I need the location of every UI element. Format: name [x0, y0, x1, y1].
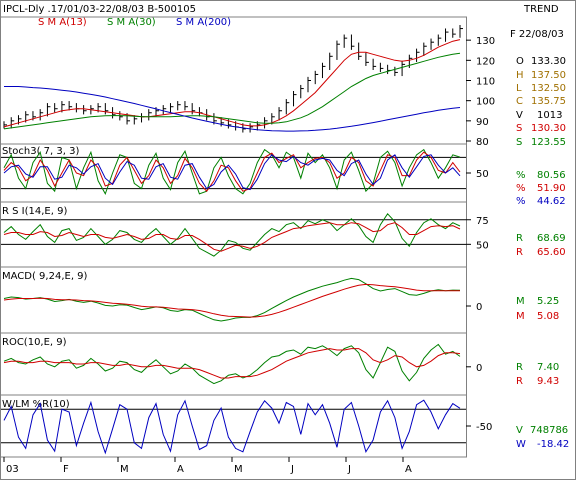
readout-low-key: L: [516, 83, 522, 94]
readout-rsi-avg-value: 65.60: [537, 247, 566, 258]
readout-wlm-v-key: V: [516, 425, 523, 436]
readout-rsi-value: 68.69: [537, 233, 566, 244]
readout-roc-avg-value: 9.43: [537, 376, 559, 387]
price-ytick-label-3: 110: [476, 77, 495, 88]
rsi-ytick-label-0: 75: [476, 216, 489, 227]
trend-label: TREND: [523, 4, 559, 15]
x-axis-label-2: M: [120, 464, 129, 475]
stoch-ytick-label-0: 50: [476, 169, 489, 180]
readout-volume-key: V: [516, 110, 523, 121]
readout-wlm-w-key: W: [516, 439, 526, 450]
price-ytick-label-1: 90: [476, 117, 489, 128]
sma200-label: S M A(200): [176, 17, 231, 28]
readout-stoch-s-key: %: [516, 196, 526, 207]
readout-stoch-k-value: 80.56: [537, 170, 566, 181]
sma30-label: S M A(30): [107, 17, 156, 28]
readout-close-value: 135.75: [531, 96, 566, 107]
roc-ytick-label-0: 0: [476, 363, 482, 374]
x-axis-label-7: A: [405, 464, 412, 475]
readout-rsi-avg-key: R: [516, 247, 523, 258]
price-ytick-label-0: 80: [476, 137, 489, 148]
x-axis-label-4: M: [234, 464, 243, 475]
readout-sma13-value: 130.30: [531, 123, 566, 134]
roc-title: ROC(10,E, 9): [2, 337, 67, 348]
readout-date: F 22/08/03: [510, 29, 564, 40]
chart-title: IPCL-Dly .17/01/03-22/08/03 B-500105: [3, 4, 196, 15]
readout-high-key: H: [516, 70, 524, 81]
x-axis-label-0: 03: [6, 464, 19, 475]
x-axis-label-5: J: [290, 464, 294, 475]
rsi-title: R S I(14,E, 9): [2, 206, 67, 217]
x-axis-label-6: J: [347, 464, 351, 475]
technical-chart: IPCL-Dly .17/01/03-22/08/03 B-500105 TRE…: [0, 0, 576, 480]
readout-volume-value: 1013: [537, 110, 562, 121]
readout-low-value: 132.50: [531, 83, 566, 94]
rsi-ytick-label-1: 50: [476, 240, 489, 251]
price-ytick-label-5: 130: [476, 36, 495, 47]
price-ytick-label-2: 100: [476, 97, 495, 108]
readout-stoch-d-key: %: [516, 183, 526, 194]
readout-stoch-k-key: %: [516, 170, 526, 181]
readout-macd-signal-value: 5.08: [537, 311, 559, 322]
readout-macd-value: 5.25: [537, 296, 559, 307]
readout-macd-signal-key: M: [516, 311, 525, 322]
macd-title: MACD( 9,24,E, 9): [2, 271, 88, 282]
readout-wlm-w-value: -18.42: [537, 439, 569, 450]
x-axis-label-3: A: [177, 464, 184, 475]
readout-high-value: 137.50: [531, 70, 566, 81]
readout-close-key: C: [516, 96, 523, 107]
readout-stoch-d-value: 51.90: [537, 183, 566, 194]
readout-roc-value: 7.40: [537, 362, 559, 373]
readout-wlm-v-value: 748786: [530, 425, 568, 436]
readout-sma13-key: S: [516, 123, 522, 134]
readout-sma30-key: S: [516, 137, 522, 148]
readout-stoch-s-value: 44.62: [537, 196, 566, 207]
readout-sma30-value: 123.55: [531, 137, 566, 148]
readout-roc-key: R: [516, 362, 523, 373]
readout-open-key: O: [516, 56, 524, 67]
macd-ytick-label-0: 0: [476, 302, 482, 313]
x-axis-label-1: F: [63, 464, 69, 475]
price-ytick-label-4: 120: [476, 56, 495, 67]
wlm-ytick-label-0: -50: [476, 422, 492, 433]
readout-open-value: 133.30: [531, 56, 566, 67]
readout-macd-key: M: [516, 296, 525, 307]
sma13-label: S M A(13): [38, 17, 87, 28]
readout-roc-avg-key: R: [516, 376, 523, 387]
readout-rsi-key: R: [516, 233, 523, 244]
